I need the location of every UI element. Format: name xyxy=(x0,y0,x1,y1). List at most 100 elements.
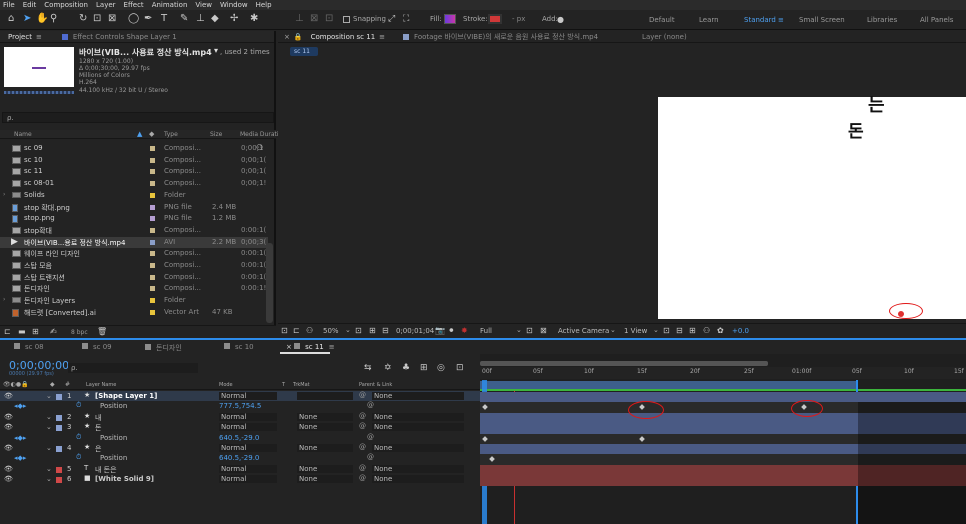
project-item[interactable]: 돈디자인 Composi... 0:00:1! xyxy=(0,283,268,295)
project-item[interactable]: sc 11 Composi... 0;00;1( xyxy=(0,166,268,178)
layer-label-color[interactable] xyxy=(56,414,62,421)
region-of-interest-icon[interactable]: ⊡ xyxy=(526,325,533,337)
comp-chip[interactable]: sc 11 xyxy=(290,47,318,56)
ellipse-tool-icon[interactable]: ◯ xyxy=(128,13,139,25)
selection-tool-icon[interactable]: ➤ xyxy=(23,13,31,25)
bit-depth[interactable]: 8 bpc xyxy=(71,329,88,336)
parent-pickwhip-icon[interactable]: @ xyxy=(359,464,366,472)
timeline-icon[interactable]: ⊞ xyxy=(689,325,696,337)
project-item[interactable]: stop확대 Composi... 0:00:1( xyxy=(0,225,268,237)
close-tab-icon[interactable]: × xyxy=(286,343,294,351)
timeline-tab[interactable]: 돈디자인 xyxy=(145,343,182,353)
clone-stamp-tool-icon[interactable]: ⊥ xyxy=(196,13,205,25)
stroke-swatch[interactable] xyxy=(488,14,502,24)
timeline-layer-row[interactable]: 👁 ⌄ 4 ★ 은 Normal None @ None xyxy=(0,443,480,453)
keyframe-nav-icon[interactable]: ◂◆▸ xyxy=(14,454,26,462)
work-area-navigator[interactable] xyxy=(480,361,768,366)
layer-trkmat-select[interactable]: None xyxy=(297,444,353,452)
work-area-bar[interactable] xyxy=(480,381,858,389)
twirl-icon[interactable]: ⌄ xyxy=(46,413,52,421)
layer-label-color[interactable] xyxy=(56,394,62,400)
type-tool-icon[interactable]: T xyxy=(161,13,167,25)
view-axis-icon[interactable]: ⊡ xyxy=(325,13,333,25)
motion-blur-icon[interactable]: ◎ xyxy=(437,362,445,374)
camera-view[interactable]: Active Camera xyxy=(558,327,609,335)
label-color-swatch[interactable] xyxy=(150,169,155,175)
menu-help[interactable]: Help xyxy=(256,1,272,9)
keyframe-nav-icon[interactable]: ◂◆▸ xyxy=(14,434,26,442)
channel-icon[interactable]: ✸ xyxy=(461,325,468,337)
eye-icon[interactable]: 👁 xyxy=(4,413,13,421)
grid-icon[interactable]: ⊞ xyxy=(369,325,376,337)
folder-twirl-icon[interactable]: › xyxy=(3,191,5,198)
project-item[interactable]: stop 확대.png PNG file 2.4 MB xyxy=(0,202,268,214)
layer-parent-select[interactable]: None xyxy=(372,392,464,400)
flowchart-icon[interactable]: ⚇ xyxy=(703,325,710,337)
timeline-layer-row[interactable]: 👁 ⌄ 5 T 내 돈은 Normal None @ None xyxy=(0,464,480,474)
timeline-tab[interactable]: sc 08 xyxy=(14,343,44,351)
parent-pickwhip-icon[interactable]: @ xyxy=(359,474,366,482)
mask-visibility-icon[interactable]: ⚇ xyxy=(306,325,313,337)
layer-parent-select[interactable]: None xyxy=(372,444,464,452)
pan-behind-tool-icon[interactable]: ⊠ xyxy=(108,13,116,25)
keyframe-nav-icon[interactable]: ◂◆▸ xyxy=(14,402,26,410)
menu-view[interactable]: View xyxy=(195,1,212,9)
viewer-timecode[interactable]: 0;00;01;04 xyxy=(396,327,434,335)
guides-icon[interactable]: ⊟ xyxy=(382,325,389,337)
hand-tool-icon[interactable]: ✋ xyxy=(36,13,48,25)
col-name[interactable]: Name xyxy=(14,131,32,138)
col-type[interactable]: Type xyxy=(164,131,178,138)
new-folder-icon[interactable]: ▬ xyxy=(18,326,26,338)
world-axis-icon[interactable]: ⊠ xyxy=(310,13,318,25)
layer-parent-select[interactable]: None xyxy=(372,423,464,432)
project-item[interactable]: stop.png PNG file 1.2 MB xyxy=(0,213,268,225)
project-search-input[interactable]: ρ. xyxy=(2,112,274,123)
label-color-swatch[interactable] xyxy=(150,204,155,210)
twirl-icon[interactable]: ⌄ xyxy=(46,423,52,431)
layer-trkmat-select[interactable]: None xyxy=(297,464,353,473)
label-color-swatch[interactable] xyxy=(150,216,155,222)
snap-edges-icon[interactable]: ⤢ xyxy=(388,13,395,25)
snapping-checkbox[interactable] xyxy=(343,16,350,23)
timeline-property-row[interactable]: ◂◆▸ ⏱ Position 640.5,-29.0 @ xyxy=(0,433,480,443)
comp-mini-flowchart-icon[interactable]: ⇆ xyxy=(364,362,372,374)
parent-pickwhip-icon[interactable]: @ xyxy=(359,422,366,430)
property-value[interactable]: 640.5,-29.0 xyxy=(219,454,259,462)
pen-tool-icon[interactable]: ✒ xyxy=(144,13,152,25)
eye-icon[interactable]: 👁 xyxy=(4,475,13,483)
workspace-menu-icon[interactable]: ≡ xyxy=(778,16,784,24)
workspace-standard[interactable]: Standard xyxy=(744,16,776,24)
project-item[interactable]: sc 09 Composi... 0;00;1 xyxy=(0,143,268,155)
twirl-icon[interactable]: ⌄ xyxy=(46,392,52,400)
menu-file[interactable]: File xyxy=(3,1,15,9)
panel-menu-icon[interactable]: ≡ xyxy=(36,33,42,41)
property-pickwhip-icon[interactable]: @ xyxy=(367,433,374,441)
menu-composition[interactable]: Composition xyxy=(44,1,88,9)
parent-pickwhip-icon[interactable]: @ xyxy=(359,443,366,451)
always-preview-icon[interactable]: ⊡ xyxy=(281,325,288,337)
menu-edit[interactable]: Edit xyxy=(23,1,37,9)
tab-layer[interactable]: Layer (none) xyxy=(642,33,687,41)
twirl-icon[interactable]: ⌄ xyxy=(46,475,52,483)
resolution-dropdown-icon[interactable]: ⌄ xyxy=(516,326,522,334)
stopwatch-icon[interactable]: ⏱ xyxy=(76,433,81,442)
timeline-property-row[interactable]: ◂◆▸ ⏱ Position 777.5,754.5 @ xyxy=(0,401,480,411)
layer-label-color[interactable] xyxy=(56,466,62,473)
timeline-layer-row[interactable]: 👁 ⌄ 6 ■ [White Solid 9] Normal None @ None xyxy=(0,474,480,484)
draft-3d-icon[interactable]: ✡ xyxy=(384,362,392,374)
camera-tool-icon[interactable]: ⊡ xyxy=(93,13,101,25)
col-layer-name[interactable]: Layer Name xyxy=(86,382,116,388)
trash-icon[interactable]: 🗑 xyxy=(97,326,107,338)
twirl-icon[interactable]: ⌄ xyxy=(46,465,52,473)
camera-dropdown-icon[interactable]: ⌄ xyxy=(610,326,616,334)
layer-trkmat-select[interactable] xyxy=(297,392,353,400)
label-color-swatch[interactable] xyxy=(150,298,155,304)
eye-icon[interactable]: 👁 xyxy=(4,465,13,473)
timeline-search-input[interactable]: ρ. xyxy=(68,363,198,373)
layer-parent-select[interactable]: None xyxy=(372,475,464,484)
project-item[interactable]: sc 08-01 Composi... 0;00;1! xyxy=(0,178,268,190)
property-value[interactable]: 640.5,-29.0 xyxy=(219,434,259,442)
label-tag-icon[interactable]: ◆ xyxy=(149,130,154,138)
puppet-tool-icon[interactable]: ✱ xyxy=(250,13,258,25)
zoom-tool-icon[interactable]: ⚲ xyxy=(50,13,57,25)
